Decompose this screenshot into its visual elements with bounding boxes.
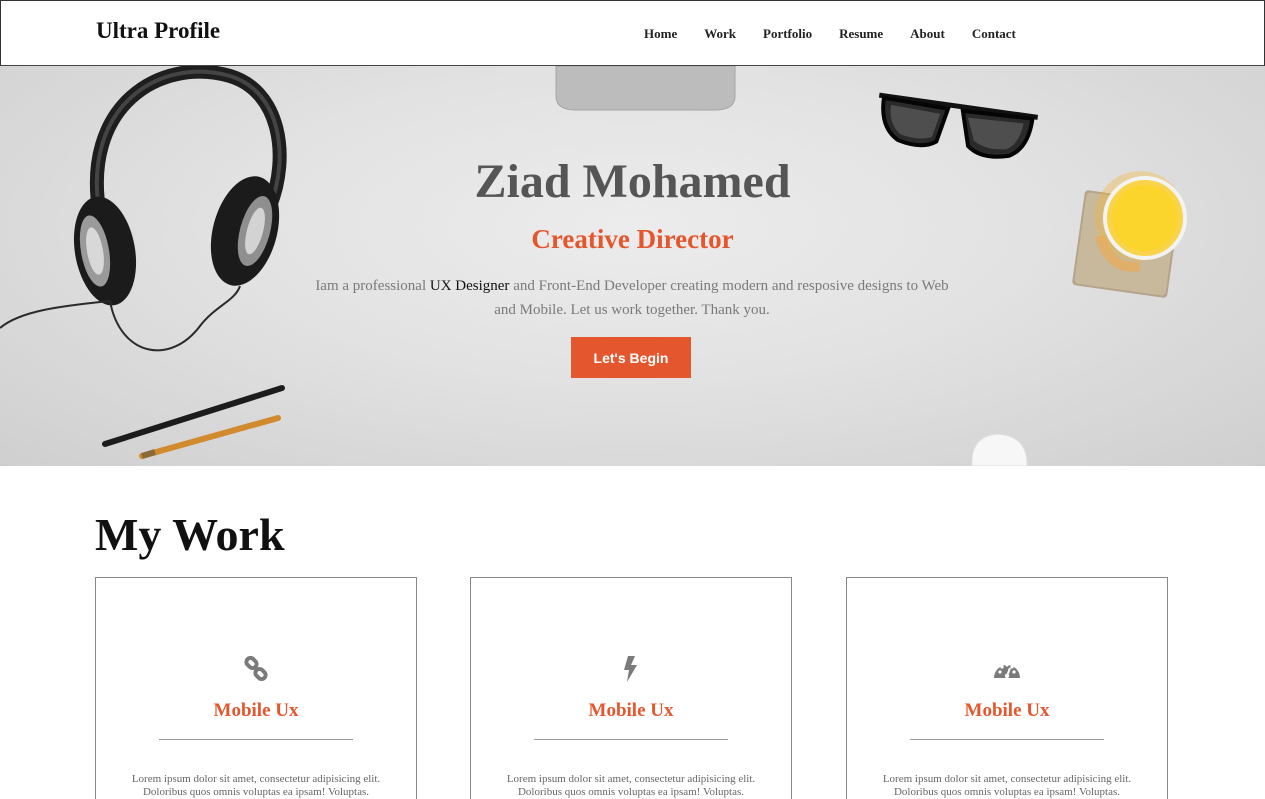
mouse-image [971, 433, 1028, 466]
hero-desc-highlight: UX Designer [429, 278, 510, 294]
card-divider [910, 739, 1104, 740]
brand-logo[interactable]: Ultra Profile [96, 18, 220, 44]
card-text: Lorem ipsum dolor sit amet, consectetur … [882, 773, 1132, 798]
card-text: Lorem ipsum dolor sit amet, consectetur … [506, 773, 756, 798]
nav-home[interactable]: Home [644, 26, 677, 42]
card-text: Lorem ipsum dolor sit amet, consectetur … [131, 773, 381, 798]
top-navbar: Ultra Profile Home Work Portfolio Resume… [0, 0, 1265, 66]
card-divider [534, 739, 728, 740]
desk-photo-background [0, 66, 1187, 466]
work-card: Mobile Ux Lorem ipsum dolor sit amet, co… [470, 577, 792, 799]
work-card: Mobile Ux Lorem ipsum dolor sit amet, co… [95, 577, 417, 799]
main-nav: Home Work Portfolio Resume About Contact [644, 26, 1043, 42]
hero-role: Creative Director [531, 224, 734, 254]
card-divider [159, 739, 353, 740]
card-title: Mobile Ux [588, 700, 674, 721]
nav-contact[interactable]: Contact [972, 26, 1016, 42]
monitor-stand-image [555, 66, 736, 111]
section-title-bold: Work [172, 509, 285, 560]
headphones-image [0, 66, 287, 352]
section-title-my-work: My Work [95, 508, 285, 561]
lets-begin-button[interactable]: Let's Begin [571, 337, 691, 378]
nav-resume[interactable]: Resume [839, 26, 883, 42]
pencils-image [102, 385, 285, 459]
hero-name: Ziad Mohamed [474, 155, 791, 208]
dashboard-icon [847, 656, 1167, 682]
hero-desc-before: Iam a professional [315, 278, 430, 294]
card-title: Mobile Ux [964, 700, 1050, 721]
card-title: Mobile Ux [213, 700, 299, 721]
bolt-icon [471, 656, 791, 682]
nav-work[interactable]: Work [704, 26, 736, 42]
work-card: Mobile Ux Lorem ipsum dolor sit amet, co… [846, 577, 1168, 799]
hero-section: Ziad Mohamed Creative Director Iam a pro… [0, 66, 1265, 466]
nav-portfolio[interactable]: Portfolio [763, 26, 812, 42]
hero-description: Iam a professional UX Designer and Front… [312, 274, 952, 322]
section-title-light: My [95, 509, 162, 560]
hero-desc-after: and Front-End Developer creating modern … [494, 278, 949, 318]
glasses-image [878, 92, 1039, 159]
nav-about[interactable]: About [910, 26, 945, 42]
link-icon [96, 656, 416, 682]
